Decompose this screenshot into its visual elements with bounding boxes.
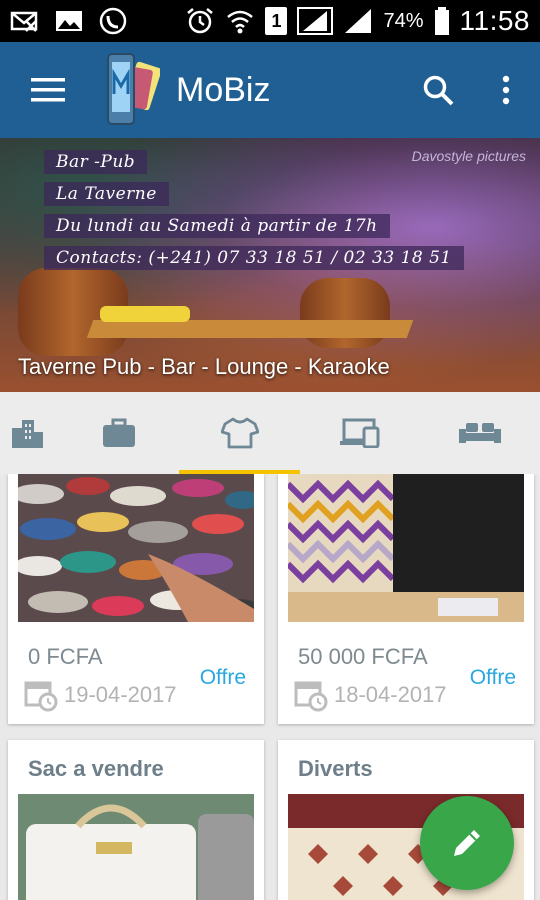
signal-1-icon [297,7,334,35]
category-tabs [0,392,540,474]
briefcase-icon [103,418,136,447]
listing-date-text: 18-04-2017 [334,682,447,707]
signal-2-icon [345,9,372,33]
calendar-clock-icon [24,681,58,712]
listing-image-handbag [18,794,254,900]
calendar-clock-icon [294,681,328,712]
clock: 11:58 [459,5,530,36]
listing-date: 19-04-2017 [24,678,177,712]
listing-card[interactable]: 0 FCFA 19-04-2017 Offre [8,474,264,724]
table-decoration [86,320,414,338]
listing-date: 18-04-2017 [294,678,447,712]
listing-image-shoes [18,474,254,622]
wifi-icon [227,10,254,34]
call-forward-icon [99,7,127,35]
tab-fashion[interactable] [179,392,300,474]
listing-card[interactable]: Sac a vendre [8,740,264,900]
mobiz-logo [107,53,160,125]
offer-badge: Offre [469,666,516,689]
menu-button[interactable] [0,42,96,138]
listing-price: 0 FCFA [28,644,103,669]
tshirt-icon [220,417,259,449]
overflow-menu-button[interactable] [472,42,540,138]
offer-badge: Offre [199,666,246,689]
alarm-icon [187,8,214,34]
banner-text-block: Bar -Pub La Taverne Du lundi au Samedi à… [44,150,464,278]
image-icon [56,11,82,31]
devices-icon [339,418,380,448]
hamburger-icon [31,78,65,102]
app-bar: MoBiz [0,42,540,138]
banner-caption: Taverne Pub - Bar - Lounge - Karaoke [18,354,390,379]
listing-date-text: 19-04-2017 [64,682,177,707]
listing-price: 50 000 FCFA [298,644,428,669]
battery-percent: 74% [383,9,424,32]
search-icon [423,75,454,106]
listing-card[interactable]: 50 000 FCFA 18-04-2017 Offre [278,474,534,724]
banner-line: La Taverne [44,182,169,206]
cushion-decoration [100,306,190,322]
listing-image-bag [288,474,524,622]
tab-furniture[interactable] [420,392,540,474]
more-vertical-icon [502,75,510,105]
sofa-icon [458,423,501,443]
missed-message-icon [10,11,38,32]
app-title: MoBiz [176,70,271,109]
banner-line: Du lundi au Samedi à partir de 17h [44,214,390,238]
tab-jobs[interactable] [59,392,179,474]
battery-icon [434,7,449,35]
buildings-icon [12,420,43,448]
status-bar: 1 74% 11:58 [0,0,540,42]
listing-title: Diverts [298,756,373,781]
banner-line: Contacts: (+241) 07 33 18 51 / 02 33 18 … [44,246,464,270]
search-button[interactable] [404,42,472,138]
promo-banner[interactable]: Davostyle pictures Bar -Pub La Taverne D… [0,138,540,392]
listing-title: Sac a vendre [28,756,164,781]
tab-electronics[interactable] [300,392,420,474]
pencil-icon [454,830,480,856]
create-listing-button[interactable] [420,796,514,890]
banner-line: Bar -Pub [44,150,148,174]
tab-real-estate[interactable] [0,392,59,474]
sim-slot-badge: 1 [265,7,288,35]
